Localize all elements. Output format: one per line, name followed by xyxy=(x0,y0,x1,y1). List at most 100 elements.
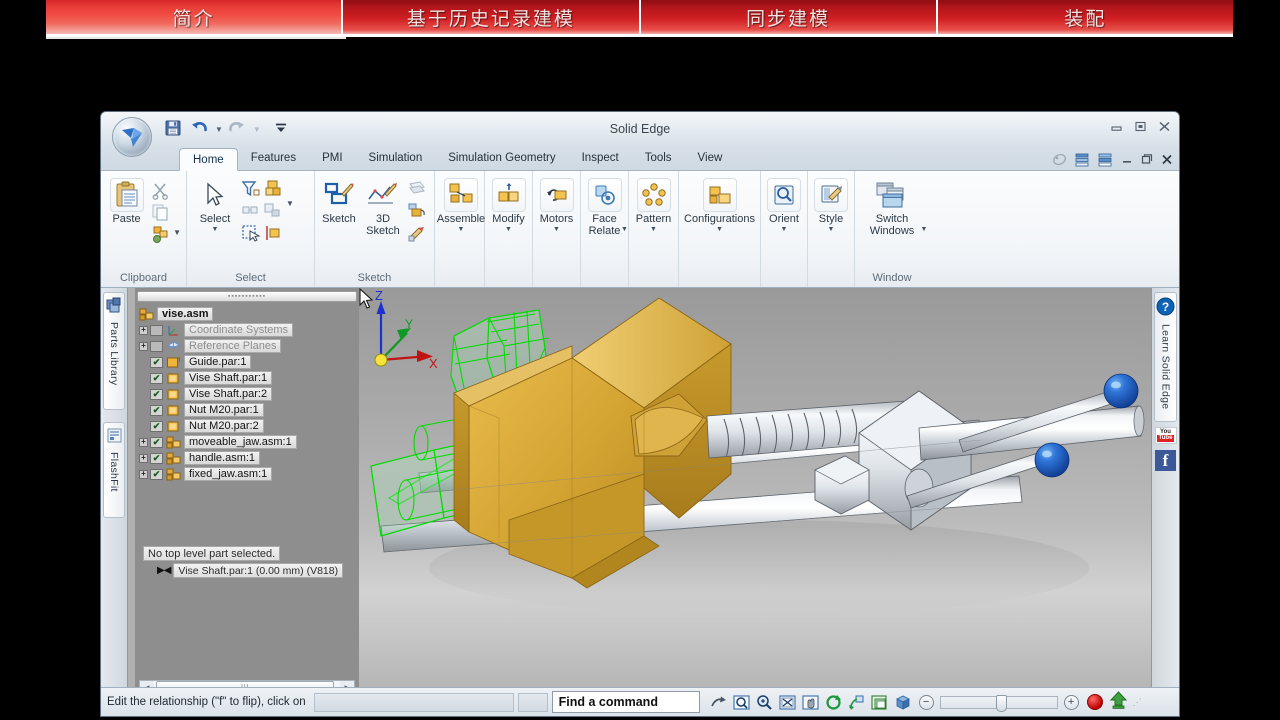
ribbon-tab-simulation-geometry[interactable]: Simulation Geometry xyxy=(435,147,568,170)
learn-solid-edge-button[interactable]: ? Learn Solid Edge xyxy=(1154,292,1177,422)
select-window-icon[interactable] xyxy=(240,200,262,222)
fit-icon[interactable] xyxy=(779,694,796,711)
panel-grip-handle[interactable]: ▪▪▪▪▪▪▪▪▪▪▪ xyxy=(137,291,357,302)
application-button[interactable] xyxy=(112,117,152,157)
record-macro-button[interactable] xyxy=(1086,694,1103,710)
copy-part-icon[interactable] xyxy=(149,223,171,245)
face-relate-button[interactable]: Face Relate ▼ xyxy=(584,175,628,245)
visibility-checkbox[interactable] xyxy=(150,340,163,352)
assemble-button[interactable]: Assemble ▼ xyxy=(437,175,485,234)
pen-icon[interactable] xyxy=(406,222,428,244)
pattern-dropdown-caret-icon[interactable]: ▼ xyxy=(650,226,657,234)
redo-arrow-icon[interactable] xyxy=(710,694,727,711)
document-restore-button[interactable] xyxy=(1141,154,1153,168)
tree-row-root[interactable]: vise.asm xyxy=(137,306,359,322)
visibility-checkbox[interactable] xyxy=(150,324,163,336)
shaded-icon[interactable] xyxy=(894,694,911,711)
zoom-slider[interactable]: − + xyxy=(918,694,1079,712)
flip-direction-icon[interactable]: ▶◀ xyxy=(157,565,171,576)
select-fence-icon[interactable] xyxy=(240,222,262,244)
window-minimize-button[interactable] xyxy=(1110,121,1123,135)
visibility-checkbox[interactable]: ✔ xyxy=(150,356,163,368)
configurations-dropdown-caret-icon[interactable]: ▼ xyxy=(716,226,723,234)
tree-row-nut-m20-par-2[interactable]: ✔ Nut M20.par:2 xyxy=(137,418,359,434)
style-button[interactable]: Style ▼ xyxy=(811,175,851,234)
tree-row-reference-planes[interactable]: + Reference Planes xyxy=(137,338,359,354)
visibility-checkbox[interactable]: ✔ xyxy=(150,372,163,384)
assemble-dropdown-caret-icon[interactable]: ▼ xyxy=(458,226,465,234)
ribbon-tab-home[interactable]: Home xyxy=(179,148,238,171)
select-filter-icon[interactable] xyxy=(240,178,262,200)
expand-toggle-icon[interactable]: + xyxy=(137,469,150,479)
pan-icon[interactable] xyxy=(802,694,819,711)
tree-row-guide-par-1[interactable]: ✔ Guide.par:1 xyxy=(137,354,359,370)
banner-tab-sync-modeling[interactable]: 同步建模 xyxy=(640,0,938,34)
copy-icon[interactable] xyxy=(149,201,171,223)
ribbon-display-option1-icon[interactable] xyxy=(1075,153,1090,170)
ribbon-display-option2-icon[interactable] xyxy=(1098,153,1113,170)
banner-tab-intro[interactable]: 简介 xyxy=(46,0,344,34)
zoom-slider-track[interactable] xyxy=(939,694,1058,712)
visibility-checkbox[interactable]: ✔ xyxy=(150,420,163,432)
tree-row-fixed-jaw-asm-1[interactable]: + ✔ fixed_jaw.asm:1 xyxy=(137,466,359,482)
sidebar-item-flashfit[interactable]: FlashFit xyxy=(103,422,125,518)
modify-button[interactable]: Modify ▼ xyxy=(488,175,529,234)
tree-row-vise-shaft-par-1[interactable]: ✔ Vise Shaft.par:1 xyxy=(137,370,359,386)
help-icon[interactable] xyxy=(1052,152,1067,170)
cut-icon[interactable] xyxy=(149,179,171,201)
motors-button[interactable]: Motors ▼ xyxy=(536,175,577,234)
paste-button[interactable]: Paste xyxy=(104,175,149,226)
3d-sketch-button[interactable]: 3D Sketch xyxy=(360,175,406,237)
window-close-button[interactable] xyxy=(1158,121,1171,135)
sidebar-item-parts-library[interactable]: Parts Library xyxy=(103,292,125,410)
facebook-link[interactable]: f xyxy=(1155,450,1176,471)
ribbon-tab-features[interactable]: Features xyxy=(238,147,309,170)
tree-row-vise-shaft-par-2[interactable]: ✔ Vise Shaft.par:2 xyxy=(137,386,359,402)
3d-viewport[interactable]: Z X Y xyxy=(359,288,1151,699)
ribbon-tab-simulation[interactable]: Simulation xyxy=(356,147,436,170)
zoom-icon[interactable] xyxy=(756,694,773,711)
expand-toggle-icon[interactable]: + xyxy=(137,341,150,351)
zoom-area-icon[interactable] xyxy=(733,694,750,711)
tree-row-nut-m20-par-1[interactable]: ✔ Nut M20.par:1 xyxy=(137,402,359,418)
look-at-icon[interactable] xyxy=(848,694,865,711)
ribbon-tab-view[interactable]: View xyxy=(685,147,736,170)
switch-windows-dropdown-caret-icon[interactable]: ▼ xyxy=(921,226,928,234)
face-relate-dropdown-caret-icon[interactable]: ▼ xyxy=(621,226,628,234)
visibility-checkbox[interactable]: ✔ xyxy=(150,404,163,416)
visibility-checkbox[interactable]: ✔ xyxy=(150,436,163,448)
window-restore-button[interactable] xyxy=(1134,121,1147,135)
tree-row-moveable-jaw-asm-1[interactable]: + ✔ moveable_jaw.asm:1 xyxy=(137,434,359,450)
pattern-button[interactable]: Pattern ▼ xyxy=(632,175,675,234)
zoom-in-button[interactable]: + xyxy=(1063,694,1079,710)
orient-button[interactable]: Orient ▼ xyxy=(764,175,804,234)
tree-row-handle-asm-1[interactable]: + ✔ handle.asm:1 xyxy=(137,450,359,466)
select-dropdown-caret-icon[interactable]: ▼ xyxy=(212,226,219,234)
document-close-button[interactable] xyxy=(1161,154,1173,168)
document-minimize-button[interactable] xyxy=(1121,154,1133,168)
expand-toggle-icon[interactable]: + xyxy=(137,453,150,463)
select-button[interactable]: Select ▼ xyxy=(190,175,240,234)
find-command-input[interactable]: Find a command xyxy=(551,691,700,713)
orient-dropdown-caret-icon[interactable]: ▼ xyxy=(781,226,788,234)
style-dropdown-caret-icon[interactable]: ▼ xyxy=(828,226,835,234)
visibility-checkbox[interactable]: ✔ xyxy=(150,452,163,464)
motors-dropdown-caret-icon[interactable]: ▼ xyxy=(553,226,560,234)
zoom-out-button[interactable]: − xyxy=(918,694,934,710)
visibility-checkbox[interactable]: ✔ xyxy=(150,388,163,400)
select-part-icon[interactable] xyxy=(262,178,284,200)
rotate-icon[interactable] xyxy=(825,694,842,711)
ribbon-tab-tools[interactable]: Tools xyxy=(632,147,685,170)
expand-toggle-icon[interactable]: + xyxy=(137,437,150,447)
zoom-slider-thumb[interactable] xyxy=(995,694,1007,712)
youtube-link[interactable]: You Tube xyxy=(1154,427,1177,444)
sketch-button[interactable]: Sketch xyxy=(318,175,360,226)
tree-row-coordinate-systems[interactable]: + Coordinate Systems xyxy=(137,322,359,338)
configurations-button[interactable]: Configurations ▼ xyxy=(682,175,757,234)
promote-button[interactable] xyxy=(1109,690,1127,714)
resize-grip-icon[interactable]: ⋰ xyxy=(1133,697,1142,708)
modify-dropdown-caret-icon[interactable]: ▼ xyxy=(505,226,512,234)
expand-toggle-icon[interactable]: + xyxy=(137,325,150,335)
sketch-region-icon[interactable] xyxy=(406,200,428,222)
plane-icon[interactable] xyxy=(406,178,428,200)
